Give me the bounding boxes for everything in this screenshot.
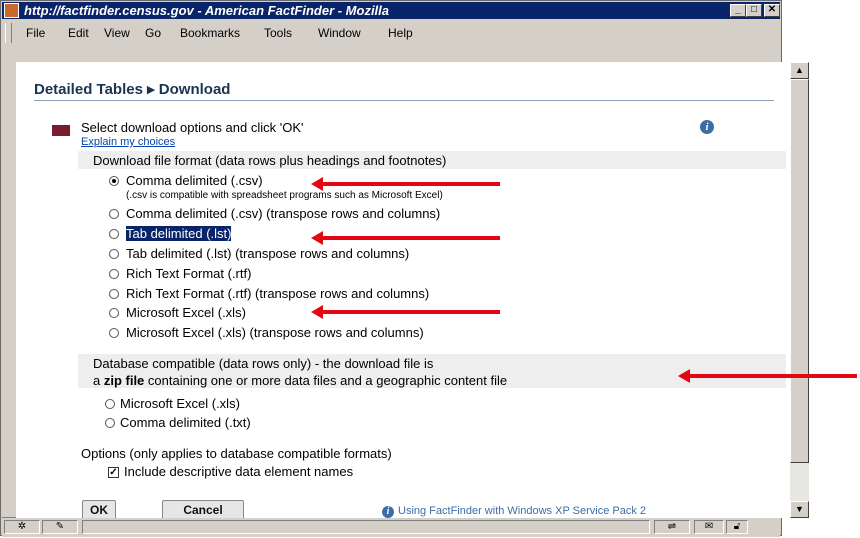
radio-xls-transpose[interactable] [109,328,119,338]
footer-info-icon: i [382,506,394,518]
red-arrow-zip [678,369,857,383]
radio-tab-transpose[interactable] [109,249,119,259]
status-text [82,520,650,534]
db-section-line1: Database compatible (data rows only) - t… [93,356,434,371]
radio-xls[interactable] [109,308,119,318]
zip-file-text: zip file [103,373,145,388]
title-divider [34,100,774,101]
mozilla-app-icon [4,3,19,18]
menu-file[interactable]: File [26,26,45,40]
step-bullet [52,125,70,136]
menu-view[interactable]: View [104,26,130,40]
radio-db-xls[interactable] [105,399,115,409]
connection-icon: ⇌ [654,520,690,534]
menu-help[interactable]: Help [388,26,413,40]
toolbar-grip[interactable] [5,23,12,43]
progress-icon: ✲ [4,520,40,534]
radio-tab[interactable] [109,229,119,239]
option-label: Rich Text Format (.rtf) (transpose rows … [126,286,430,301]
cancel-button[interactable]: Cancel [162,500,244,518]
menu-tools[interactable]: Tools [264,26,292,40]
minimize-button[interactable]: _ [730,4,746,17]
xp-sp2-link[interactable]: Using FactFinder with Windows XP Service… [398,505,646,517]
red-arrow-tab [311,231,500,245]
menu-window[interactable]: Window [318,26,361,40]
menu-bar: File Edit View Go Bookmarks Tools Window… [2,20,780,46]
csv-note: (.csv is compatible with spreadsheet pro… [126,190,443,201]
option-label: Comma delimited (.csv) [126,173,263,188]
radio-csv-transpose[interactable] [109,209,119,219]
red-arrow-csv [311,177,500,191]
info-icon[interactable]: i [700,120,714,134]
db-line2-suffix: containing one or more data files and a … [144,373,508,388]
option-label: Rich Text Format (.rtf) [126,266,252,281]
status-bar: ✲ ✎ ⇌ ✉ 🔓︎ [2,517,780,537]
option-label: Tab delimited (.lst) (transpose rows and… [126,246,410,261]
option-label: Microsoft Excel (.xls) [120,396,240,411]
edit-icon: ✎ [42,520,78,534]
option-label-selected: Tab delimited (.lst) [126,226,232,241]
scroll-thumb[interactable] [790,79,809,463]
page-content: Detailed Tables ▸ Download Select downlo… [16,62,788,518]
security-lock-icon: 🔓︎ [726,520,748,534]
menu-bookmarks[interactable]: Bookmarks [180,26,240,40]
include-names-checkbox[interactable]: ✓ [108,467,119,478]
red-arrow-xls [311,305,500,319]
cookie-icon: ✉ [694,520,724,534]
ok-button[interactable]: OK [82,500,116,518]
option-label: Microsoft Excel (.xls) (transpose rows a… [126,325,424,340]
format-section-heading: Download file format (data rows plus hea… [93,153,447,168]
options-heading: Options (only applies to database compat… [81,446,392,461]
radio-csv[interactable] [109,176,119,186]
vertical-scrollbar[interactable]: ▲ ▼ [790,62,809,518]
instruction-text: Select download options and click 'OK' [81,120,304,135]
scroll-up-button[interactable]: ▲ [790,62,809,79]
maximize-button[interactable]: □ [746,4,762,17]
option-label: Comma delimited (.csv) (transpose rows a… [126,206,441,221]
close-button[interactable]: ✕ [764,4,780,17]
include-names-label: Include descriptive data element names [124,464,354,479]
option-label: Microsoft Excel (.xls) [126,305,246,320]
window-title: http://factfinder.census.gov - American … [24,3,390,18]
title-bar: http://factfinder.census.gov - American … [2,2,780,19]
option-label: Comma delimited (.txt) [120,415,251,430]
page-title: Detailed Tables ▸ Download [34,81,231,98]
radio-rtf[interactable] [109,269,119,279]
explain-choices-link[interactable]: Explain my choices [81,136,175,148]
scroll-down-button[interactable]: ▼ [790,501,809,518]
db-section-line2: a zip file containing one or more data f… [93,373,507,388]
menu-go[interactable]: Go [145,26,161,40]
db-line2-prefix: a [93,373,104,388]
menu-edit[interactable]: Edit [68,26,89,40]
radio-rtf-transpose[interactable] [109,289,119,299]
radio-db-txt[interactable] [105,418,115,428]
